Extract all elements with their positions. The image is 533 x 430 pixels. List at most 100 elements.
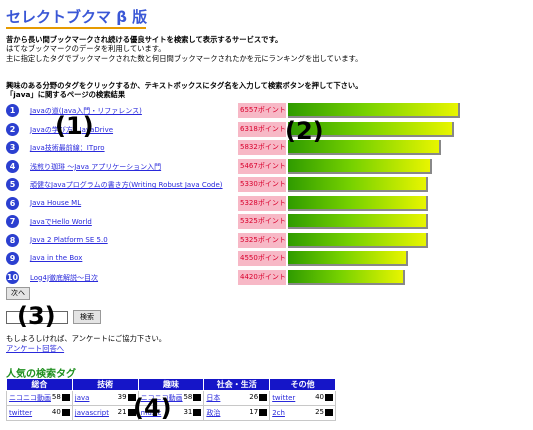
result-link[interactable]: Java技術最前線：ITpro [30, 143, 105, 153]
result-points: 5330ポイント [238, 177, 286, 192]
tag-count-value: 58 [51, 393, 61, 401]
result-link[interactable]: 頑健なJavaプログラムの書き方(Writing Robust Java Cod… [30, 180, 223, 190]
result-link[interactable]: Java in the Box [30, 254, 82, 262]
title-underline [6, 27, 146, 29]
tag-cell: 政治 17 [203, 405, 271, 421]
survey-block: もしよろしければ、アンケートにご協力下さい。 アンケート回答へ [6, 334, 166, 354]
result-link[interactable]: Java 2 Platform SE 5.0 [30, 236, 108, 244]
tag-count: 25 [315, 408, 333, 416]
score-bar [288, 103, 460, 118]
count-box-icon [259, 393, 268, 401]
rank-badge: 2 [6, 122, 19, 136]
tag-cell: javascript 21 [71, 405, 139, 421]
result-row: 7 JavaでHello World 5325ポイント [6, 214, 466, 233]
rank-badge: 9 [6, 252, 19, 265]
count-box-icon [193, 393, 202, 401]
survey-text: もしよろしければ、アンケートにご協力下さい。 [6, 334, 167, 343]
result-row: 6 Java House ML 5328ポイント [6, 195, 466, 215]
results-heading: 「java」に関するページの検索結果 [6, 90, 126, 100]
intro-line-1: 昔から長い間ブックマークされ続ける優良サイトを検索して表示するサービスです。 [6, 35, 283, 44]
score-bar [288, 232, 429, 248]
tag-count: 17 [249, 408, 268, 416]
tag-link[interactable]: ニコニコ動画 [9, 394, 51, 402]
result-row: 8 Java 2 Platform SE 5.0 5325ポイント [6, 232, 466, 252]
callout-4: (4) [133, 394, 172, 422]
result-points: 5467ポイント [238, 158, 286, 174]
result-points: 5832ポイント [238, 140, 286, 155]
intro-text: 昔から長い間ブックマークされ続ける優良サイトを検索して表示するサービスです。 は… [6, 35, 362, 63]
score-bar [288, 269, 405, 285]
tag-count: 58 [52, 393, 70, 401]
tag-category-header: 技術 [71, 378, 139, 391]
tag-link[interactable]: twitter [9, 409, 32, 417]
result-row: 9 Java in the Box 4550ポイント [6, 251, 466, 270]
next-button[interactable]: 次へ [6, 287, 30, 300]
tag-link[interactable]: javascript [75, 409, 109, 417]
tag-count-value: 26 [249, 393, 259, 401]
callout-2: (2) [285, 117, 324, 145]
rank-badge: 8 [6, 233, 19, 247]
result-points: 5328ポイント [238, 195, 286, 211]
tag-link[interactable]: java [75, 394, 90, 402]
result-points: 6557ポイント [238, 103, 286, 118]
tag-count-value: 21 [117, 408, 127, 416]
result-row: 3 Java技術最前線：ITpro 5832ポイント [6, 140, 466, 159]
tag-count: 40 [315, 393, 333, 401]
callout-1: (1) [55, 112, 94, 140]
tag-link[interactable]: twitter [272, 394, 295, 402]
result-link[interactable]: 浅煎り珈琲 ～Java アプリケーション入門 [30, 162, 161, 172]
tag-count: 31 [183, 408, 202, 416]
tag-count: 40 [52, 408, 70, 416]
result-row: 4 浅煎り珈琲 ～Java アプリケーション入門 5467ポイント [6, 158, 466, 178]
result-points: 5325ポイント [238, 214, 286, 229]
tag-count-value: 58 [183, 393, 193, 401]
rank-badge: 10 [6, 270, 19, 284]
result-link[interactable]: Log4J徹底解説～目次 [30, 273, 98, 283]
callout-3: (3) [17, 302, 56, 330]
tag-count: 58 [183, 393, 202, 401]
tag-cell: twitter 40 [269, 390, 336, 406]
tag-category-header: その他 [269, 378, 336, 391]
count-box-icon [259, 408, 268, 416]
search-button[interactable]: 検索 [73, 310, 101, 324]
tag-cell: 日本 26 [203, 390, 271, 406]
score-bar [288, 195, 429, 211]
app-title: セレクトブクマ β 版 [6, 8, 148, 26]
count-box-icon [193, 408, 202, 416]
tag-category-header: 社会・生活 [203, 378, 271, 391]
score-bar [288, 177, 429, 192]
score-bar [288, 214, 429, 229]
tag-category-header: 総合 [6, 378, 73, 391]
rank-badge: 4 [6, 159, 19, 173]
rank-badge: 7 [6, 215, 19, 228]
tag-link[interactable]: 2ch [272, 409, 285, 417]
tag-cell: java 39 [71, 390, 139, 406]
tag-count-value: 25 [315, 408, 324, 416]
result-link[interactable]: Java House ML [30, 199, 81, 207]
rank-badge: 1 [6, 104, 19, 117]
rank-badge: 5 [6, 178, 19, 191]
result-points: 4550ポイント [238, 251, 286, 266]
tag-link[interactable]: 政治 [206, 409, 220, 417]
result-points: 5325ポイント [238, 232, 286, 248]
rank-badge: 3 [6, 141, 19, 154]
rank-badge: 6 [6, 196, 19, 210]
count-box-icon [325, 393, 333, 401]
survey-link[interactable]: アンケート回答へ [6, 344, 64, 353]
count-box-icon [61, 393, 70, 401]
tag-link[interactable]: 日本 [206, 394, 220, 402]
tag-cell: twitter 40 [6, 405, 73, 421]
intro-line-3: 主に指定したタグでブックマークされた数と何日間ブックマークされたかを元にランキン… [6, 53, 363, 63]
result-link[interactable]: JavaでHello World [30, 217, 92, 227]
tag-category-header: 趣味 [137, 378, 205, 391]
score-bar [288, 251, 408, 266]
tag-count: 26 [249, 393, 268, 401]
tag-count-value: 17 [249, 408, 259, 416]
instructions: 興味のある分野のタグをクリックするか、テキストボックスにタグ名を入力して検索ボタ… [6, 81, 363, 100]
tag-count-value: 40 [315, 393, 324, 401]
count-box-icon [61, 408, 70, 416]
instructions-line-1: 興味のある分野のタグをクリックするか、テキストボックスにタグ名を入力して検索ボタ… [6, 81, 363, 90]
tag-count-value: 39 [117, 393, 127, 401]
tag-count-value: 31 [183, 408, 193, 416]
tag-cell: 2ch 25 [269, 405, 336, 421]
